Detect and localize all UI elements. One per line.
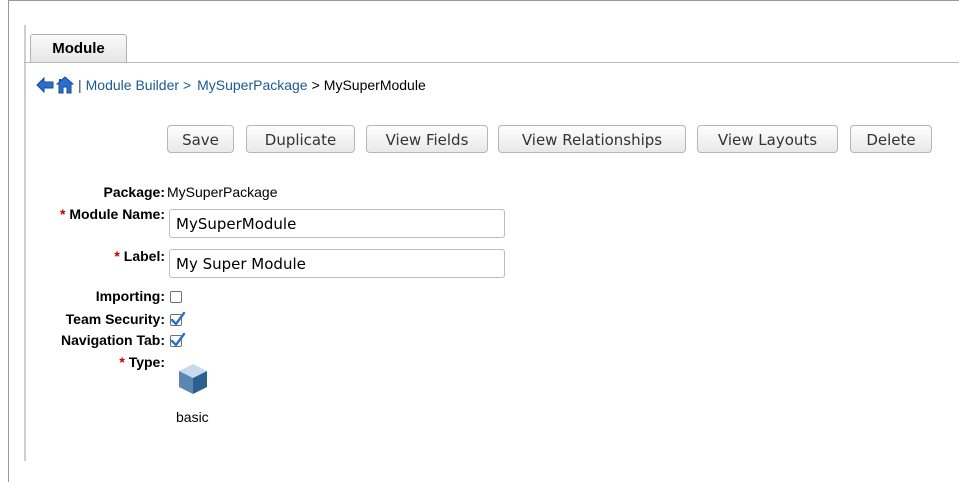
tab-bar: Module (24, 34, 959, 63)
content-border (24, 25, 26, 461)
required-marker: * (114, 248, 120, 264)
duplicate-button[interactable]: Duplicate (246, 125, 355, 153)
type-label-text: Type: (128, 354, 165, 370)
view-layouts-button[interactable]: View Layouts (697, 125, 838, 153)
label-input[interactable] (169, 249, 505, 278)
basic-module-cube-icon[interactable] (176, 362, 210, 396)
breadcrumb-current-module: MySuperModule (323, 77, 426, 93)
module-name-label: * Module Name: (20, 206, 165, 222)
view-fields-button[interactable]: View Fields (366, 125, 488, 153)
breadcrumb-arrow: > (311, 77, 320, 93)
type-basic-label[interactable]: basic (176, 409, 209, 425)
breadcrumb-module-builder[interactable]: Module Builder > (86, 77, 191, 93)
type-label: * Type: (60, 354, 165, 370)
breadcrumb-separator: | (78, 77, 82, 93)
module-name-label-text: Module Name: (69, 206, 165, 222)
toolbar: Save Duplicate View Fields View Relation… (0, 125, 959, 155)
required-marker: * (59, 206, 66, 222)
package-value: MySuperPackage (167, 184, 278, 200)
label-field-label: * Label: (60, 248, 165, 264)
importing-label: Importing: (95, 288, 165, 304)
required-marker: * (119, 354, 125, 370)
team-security-label: Team Security: (65, 311, 165, 327)
label-field-label-text: Label: (123, 248, 165, 264)
breadcrumb: | Module Builder > MySuperPackage > MySu… (36, 76, 426, 94)
navigation-tab-label: Navigation Tab: (61, 332, 165, 348)
importing-checkbox[interactable] (170, 291, 182, 303)
team-security-checkbox[interactable] (170, 311, 186, 326)
back-arrow-icon[interactable] (36, 77, 54, 93)
view-relationships-button[interactable]: View Relationships (498, 125, 686, 153)
navigation-tab-checkbox[interactable] (170, 332, 186, 347)
home-icon[interactable] (56, 76, 74, 94)
module-name-input[interactable] (169, 209, 505, 238)
package-label: Package: (103, 184, 165, 200)
checkmark-icon (170, 332, 186, 347)
window-frame (8, 0, 959, 482)
save-button[interactable]: Save (167, 125, 234, 153)
tab-module[interactable]: Module (30, 34, 127, 62)
delete-button[interactable]: Delete (850, 125, 932, 153)
checkmark-icon (170, 311, 186, 326)
breadcrumb-package[interactable]: MySuperPackage (197, 77, 308, 93)
